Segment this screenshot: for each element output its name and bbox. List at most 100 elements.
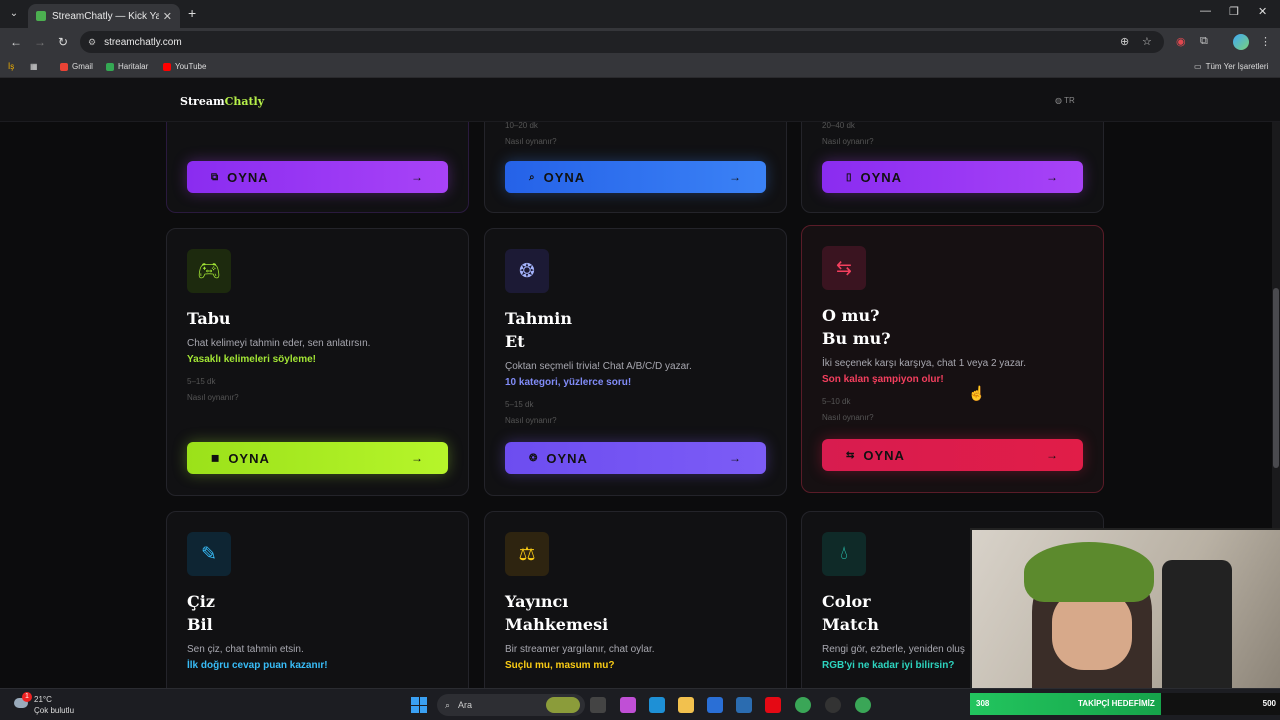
crop-icon: ⧉: [211, 171, 220, 183]
edge-icon[interactable]: [649, 697, 665, 713]
bookmark-youtube[interactable]: YouTube: [163, 62, 206, 71]
card-title-line2: Et: [505, 332, 525, 351]
tab-search-icon[interactable]: ⌄: [6, 6, 22, 22]
card-description: Çoktan seçmeli trivia! Chat A/B/C/D yaza…: [505, 361, 692, 372]
bookmark-maps[interactable]: Haritalar: [106, 62, 148, 71]
profile-avatar[interactable]: [1233, 34, 1249, 50]
zoom-icon[interactable]: ⊕: [1120, 35, 1129, 48]
copilot-icon[interactable]: [620, 697, 636, 713]
duration-text: 10–20 dk: [505, 121, 538, 130]
bookmark-star-icon[interactable]: ☆: [1142, 35, 1152, 48]
menu-icon[interactable]: ⋮: [1260, 35, 1271, 48]
droplets-icon: 💧︎: [822, 532, 866, 576]
card-highlight: Son kalan şampiyon olur!: [822, 374, 944, 385]
card-title-line2: Mahkemesi: [505, 615, 609, 634]
play-label: OYNA: [546, 450, 588, 466]
chrome-active-icon[interactable]: [855, 697, 871, 713]
how-to-play-link[interactable]: Nasıl oynanır?: [505, 137, 557, 146]
language-label: TR: [1064, 96, 1075, 105]
extensions-puzzle-icon[interactable]: ⧉: [1200, 35, 1208, 48]
search-placeholder: Ara: [458, 700, 473, 710]
follower-goal-bar: 308 TAKİPÇİ HEDEFİMİZ 500: [970, 693, 1280, 715]
card-title-line2: Bu mu?: [822, 329, 891, 348]
store-icon[interactable]: [707, 697, 723, 713]
goal-target: 500: [1262, 699, 1276, 708]
gaming-chair: [1162, 560, 1232, 688]
start-icon[interactable]: [411, 697, 427, 713]
card-title-line2: Match: [822, 615, 879, 634]
all-bookmarks[interactable]: ▭ Tüm Yer İşaretleri: [1194, 62, 1268, 71]
minimize-icon[interactable]: —: [1200, 5, 1211, 17]
language-switcher[interactable]: ◍ TR: [1055, 96, 1075, 105]
site-logo[interactable]: StreamChatly: [180, 95, 264, 108]
game-card-tahmin-et: ❂ Tahmin Et Çoktan seçmeli trivia! Chat …: [484, 228, 787, 496]
gamepad-icon: 🎮︎: [187, 249, 231, 293]
play-button[interactable]: ❂ OYNA →: [505, 442, 766, 474]
notification-badge: 1: [22, 692, 32, 702]
address-bar[interactable]: ⚙ streamchatly.com ⊕ ☆: [80, 31, 1164, 53]
site-info-icon[interactable]: ⚙: [88, 37, 96, 48]
browser-tab[interactable]: StreamChatly — Kick Yayıncıları ✕: [28, 4, 180, 28]
close-window-icon[interactable]: ✕: [1258, 5, 1267, 18]
browser-toolbar: ← → ↻ ⚙ streamchatly.com ⊕ ☆ ◉ ⧉ ⋮: [0, 28, 1280, 56]
gmail-icon: [60, 62, 68, 71]
streamer-face: [1052, 590, 1132, 670]
how-to-play-link[interactable]: Nasıl oynanır?: [187, 393, 239, 402]
tab-close-icon[interactable]: ✕: [163, 10, 172, 23]
webcam-overlay: [970, 528, 1280, 688]
file-explorer-icon[interactable]: [678, 697, 694, 713]
apps-grid-icon[interactable]: ▦: [30, 62, 38, 71]
workspace-icon[interactable]: İş: [8, 62, 14, 71]
arrow-right-icon: →: [1046, 448, 1059, 462]
chrome-icon[interactable]: [795, 697, 811, 713]
maps-icon: [106, 62, 114, 71]
brain-icon: ❂: [505, 249, 549, 293]
site-navbar: StreamChatly ◍ TR: [0, 78, 1280, 122]
search-highlight-icon[interactable]: [546, 697, 580, 713]
hand-cursor-icon: ☝: [968, 385, 986, 401]
windows-taskbar: 1 21°C Çok bulutlu ⌕ Ara 308 TAKİPÇİ HEDE…: [0, 688, 1280, 720]
play-label: OYNA: [543, 169, 586, 185]
duration-text: 5–10 dk: [822, 397, 851, 406]
game-card-o-mu-bu-mu: ⇆ O mu? Bu mu? İki seçenek karşı karşıya…: [801, 225, 1104, 493]
play-label: OYNA: [228, 450, 270, 466]
reload-icon[interactable]: ↻: [58, 35, 68, 49]
swap-arrows-icon: ⇆: [822, 246, 866, 290]
how-to-play-link[interactable]: Nasıl oynanır?: [822, 413, 874, 422]
card-title: Tabu: [187, 309, 231, 328]
play-button[interactable]: ◼ OYNA →: [187, 442, 448, 474]
play-button[interactable]: ⇆ OYNA →: [822, 439, 1083, 471]
back-icon[interactable]: ←: [10, 35, 22, 49]
card-highlight: Yasaklı kelimeleri söyleme!: [187, 354, 316, 365]
globe-icon: ◍: [1055, 96, 1062, 105]
play-button[interactable]: ⧉ OYNA →: [187, 161, 448, 193]
logo-main: Stream: [180, 95, 225, 108]
play-button[interactable]: ⌕ OYNA →: [505, 161, 766, 193]
extension-icon[interactable]: ◉: [1176, 35, 1186, 48]
restore-icon[interactable]: ❐: [1229, 5, 1239, 18]
all-bookmarks-label: Tüm Yer İşaretleri: [1205, 62, 1269, 71]
card-title-line2: Bil: [187, 615, 213, 634]
game-card-tabu: 🎮︎ Tabu Chat kelimeyi tahmin eder, sen a…: [166, 228, 469, 496]
calculator-icon[interactable]: [736, 697, 752, 713]
play-label: OYNA: [860, 169, 903, 185]
scrollbar-thumb[interactable]: [1273, 288, 1279, 468]
browser-tab-strip: ⌄ StreamChatly — Kick Yayıncıları ✕ + — …: [0, 0, 1280, 28]
how-to-play-link[interactable]: Nasıl oynanır?: [505, 416, 557, 425]
weather-widget[interactable]: 1 21°C Çok bulutlu: [14, 692, 74, 716]
bookmark-gmail[interactable]: Gmail: [60, 62, 93, 71]
goal-label: TAKİPÇİ HEDEFİMİZ: [1078, 699, 1155, 708]
new-tab-button[interactable]: +: [188, 5, 196, 21]
play-button[interactable]: ▯ OYNA →: [822, 161, 1083, 193]
bookmark-label: YouTube: [175, 62, 207, 71]
forward-icon[interactable]: →: [34, 35, 46, 49]
card-description: İki seçenek karşı karşıya, chat 1 veya 2…: [822, 358, 1026, 369]
card-description: Chat kelimeyi tahmin eder, sen anlatırsı…: [187, 338, 371, 349]
how-to-play-link[interactable]: Nasıl oynanır?: [822, 137, 874, 146]
duration-text: 5–15 dk: [187, 377, 216, 386]
task-view-icon[interactable]: [590, 697, 606, 713]
bookmark-label: Haritalar: [118, 62, 149, 71]
game-card-ciz-bil: ✎ Çiz Bil Sen çiz, chat tahmin etsin. İl…: [166, 511, 469, 688]
netflix-icon[interactable]: [765, 697, 781, 713]
obs-icon[interactable]: [825, 697, 841, 713]
